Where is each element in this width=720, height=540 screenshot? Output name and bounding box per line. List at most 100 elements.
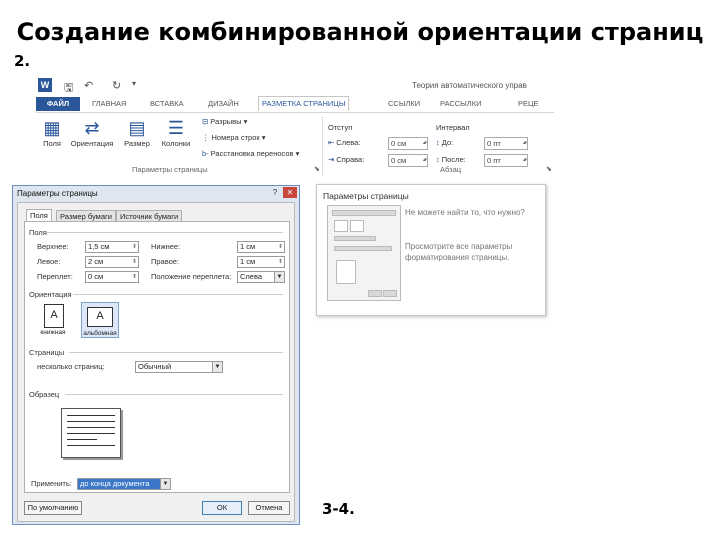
chevron-down-icon: ▼ [212,362,222,372]
gutter-input[interactable]: 0 см [85,271,139,283]
sample-preview [61,408,121,458]
margins-label: Поля [43,139,61,148]
apply-to-label: Применить: [31,479,72,488]
orientation-button[interactable]: ⇄ Ориентация [66,117,118,148]
chevron-down-icon: ▼ [160,479,170,489]
save-icon[interactable]: 🖫 [64,79,73,98]
tooltip-dialog-thumbnail [327,205,401,301]
indent-right-input[interactable]: 0 см [388,154,428,167]
tab-home[interactable]: ГЛАВНАЯ [92,97,126,111]
undo-icon[interactable]: ↶ [84,79,93,92]
line-numbers-label: Номера строк [211,133,260,142]
tab-mailings[interactable]: РАССЫЛКИ [440,97,482,111]
divider [65,394,283,395]
right-margin-label: Правое: [151,257,180,266]
apply-to-value: до конца документа [80,479,150,488]
apply-to-select[interactable]: до конца документа ▼ [77,478,171,490]
redo-icon[interactable]: ↻ [112,79,121,92]
orientation-icon: ⇄ [84,118,100,138]
indent-left-input[interactable]: 0 см [388,137,428,150]
word-logo-icon: W [38,78,52,92]
hyphenation-icon: b- [202,149,209,158]
gutter-position-value: Слева [240,272,263,281]
indent-heading: Отступ [328,123,353,132]
size-button[interactable]: ▤ Размер [120,117,154,148]
columns-button[interactable]: ☰ Колонки [154,117,198,148]
right-margin-input[interactable]: 1 см [237,256,285,268]
portrait-label: книжная [40,329,66,336]
spacing-after-text: После: [441,155,466,164]
left-margin-label: Левое: [37,257,61,266]
margins-button[interactable]: ▦ Поля [38,117,66,148]
spacing-heading: Интервал [436,123,470,132]
help-icon[interactable]: ? [268,187,282,198]
spacing-after-icon: ↕ [436,155,440,164]
group-label-paragraph: Абзац [440,165,462,174]
margins-icon: ▦ [43,118,61,138]
paragraph-launcher-icon[interactable]: ⬊ [546,165,552,173]
gutter-label: Переплет: [37,272,73,281]
margins-panel: Поля Верхнее: 1,5 см Нижнее: 1 см Левое:… [24,221,290,493]
ok-button[interactable]: ОК [202,501,242,515]
left-margin-input[interactable]: 2 см [85,256,139,268]
tab-references[interactable]: ССЫЛКИ [388,97,420,111]
tab-design[interactable]: ДИЗАЙН [208,97,239,111]
set-default-button[interactable]: По умолчанию [24,501,82,515]
margins-section-label: Поля [29,228,47,237]
tab-review[interactable]: РЕЦЕ [518,97,539,111]
bottom-margin-input[interactable]: 1 см [237,241,285,253]
pages-section-label: Страницы [29,348,65,357]
close-icon[interactable]: ✕ [283,187,297,198]
divider [69,352,283,353]
dialog-body: Поля Размер бумаги Источник бумаги Поля … [17,202,295,522]
orientation-section-label: Ориентация [29,290,72,299]
indent-left-label: ⇤ Слева: [328,138,360,147]
bottom-margin-label: Нижнее: [151,242,181,251]
spacing-after-label: ↕ После: [436,155,466,164]
landscape-option[interactable]: A альбомная [81,302,119,338]
cancel-button[interactable]: Отмена [248,501,290,515]
tab-page-layout[interactable]: РАЗМЕТКА СТРАНИЦЫ [258,96,350,111]
breaks-button[interactable]: ⊟ Разрывы ▾ [202,117,247,126]
multiple-pages-select[interactable]: Обычный ▼ [135,361,223,373]
dialog-window-controls: ? ✕ [267,187,297,198]
step-number-2: 2. [14,52,31,70]
divider [73,294,283,295]
columns-icon: ☰ [167,118,185,138]
line-numbers-button[interactable]: ⋮ Номера строк ▾ [202,133,266,142]
hyphenation-button[interactable]: b- Расстановка переносов ▾ [202,149,299,158]
slide-title: Создание комбинированной ориентации стра… [16,18,704,46]
spacing-before-input[interactable]: 0 пт [484,137,528,150]
spacing-before-icon: ↕ [436,138,440,147]
quick-access-toolbar: W 🖫 ↶ ↻ ▾ Теория автоматического управ [36,76,554,96]
gutter-position-label: Положение переплета: [151,272,232,281]
breaks-icon: ⊟ [202,117,209,126]
sample-section-label: Образец [29,390,60,399]
landscape-page-icon: A [87,307,113,327]
gutter-position-select[interactable]: Слева ▼ [237,271,285,283]
tooltip-text-2: Просмотрите все параметры форматирования… [405,242,513,262]
group-divider [322,117,323,175]
spacing-after-input[interactable]: 0 пт [484,154,528,167]
tab-insert[interactable]: ВСТАВКА [150,97,184,111]
page-setup-tooltip: Параметры страницы Не можете найти то, ч… [316,184,546,316]
indent-left-text: Слева: [336,138,361,147]
tab-file[interactable]: ФАЙЛ [36,97,80,111]
group-label-page-setup: Параметры страницы [132,165,208,174]
top-margin-label: Верхнее: [37,242,69,251]
page-setup-launcher-icon[interactable]: ⬊ [314,165,320,173]
customize-toolbar-icon[interactable]: ▾ [132,79,136,88]
hyphenation-label: Расстановка переносов [210,149,294,158]
multiple-pages-value: Обычный [138,362,172,371]
top-margin-input[interactable]: 1,5 см [85,241,139,253]
indent-right-text: Справа: [336,155,365,164]
spacing-before-text: До: [441,138,454,147]
portrait-option[interactable]: A книжная [35,302,71,336]
size-icon: ▤ [128,118,146,138]
divider [47,232,283,233]
indent-left-icon: ⇤ [328,138,335,147]
document-title: Теория автоматического управ [412,81,527,90]
breaks-label: Разрывы [210,117,242,126]
ribbon-body: ▦ Поля ⇄ Ориентация ▤ Размер ☰ Колонки ⊟… [36,112,554,177]
multiple-pages-label: несколько страниц: [37,362,105,371]
